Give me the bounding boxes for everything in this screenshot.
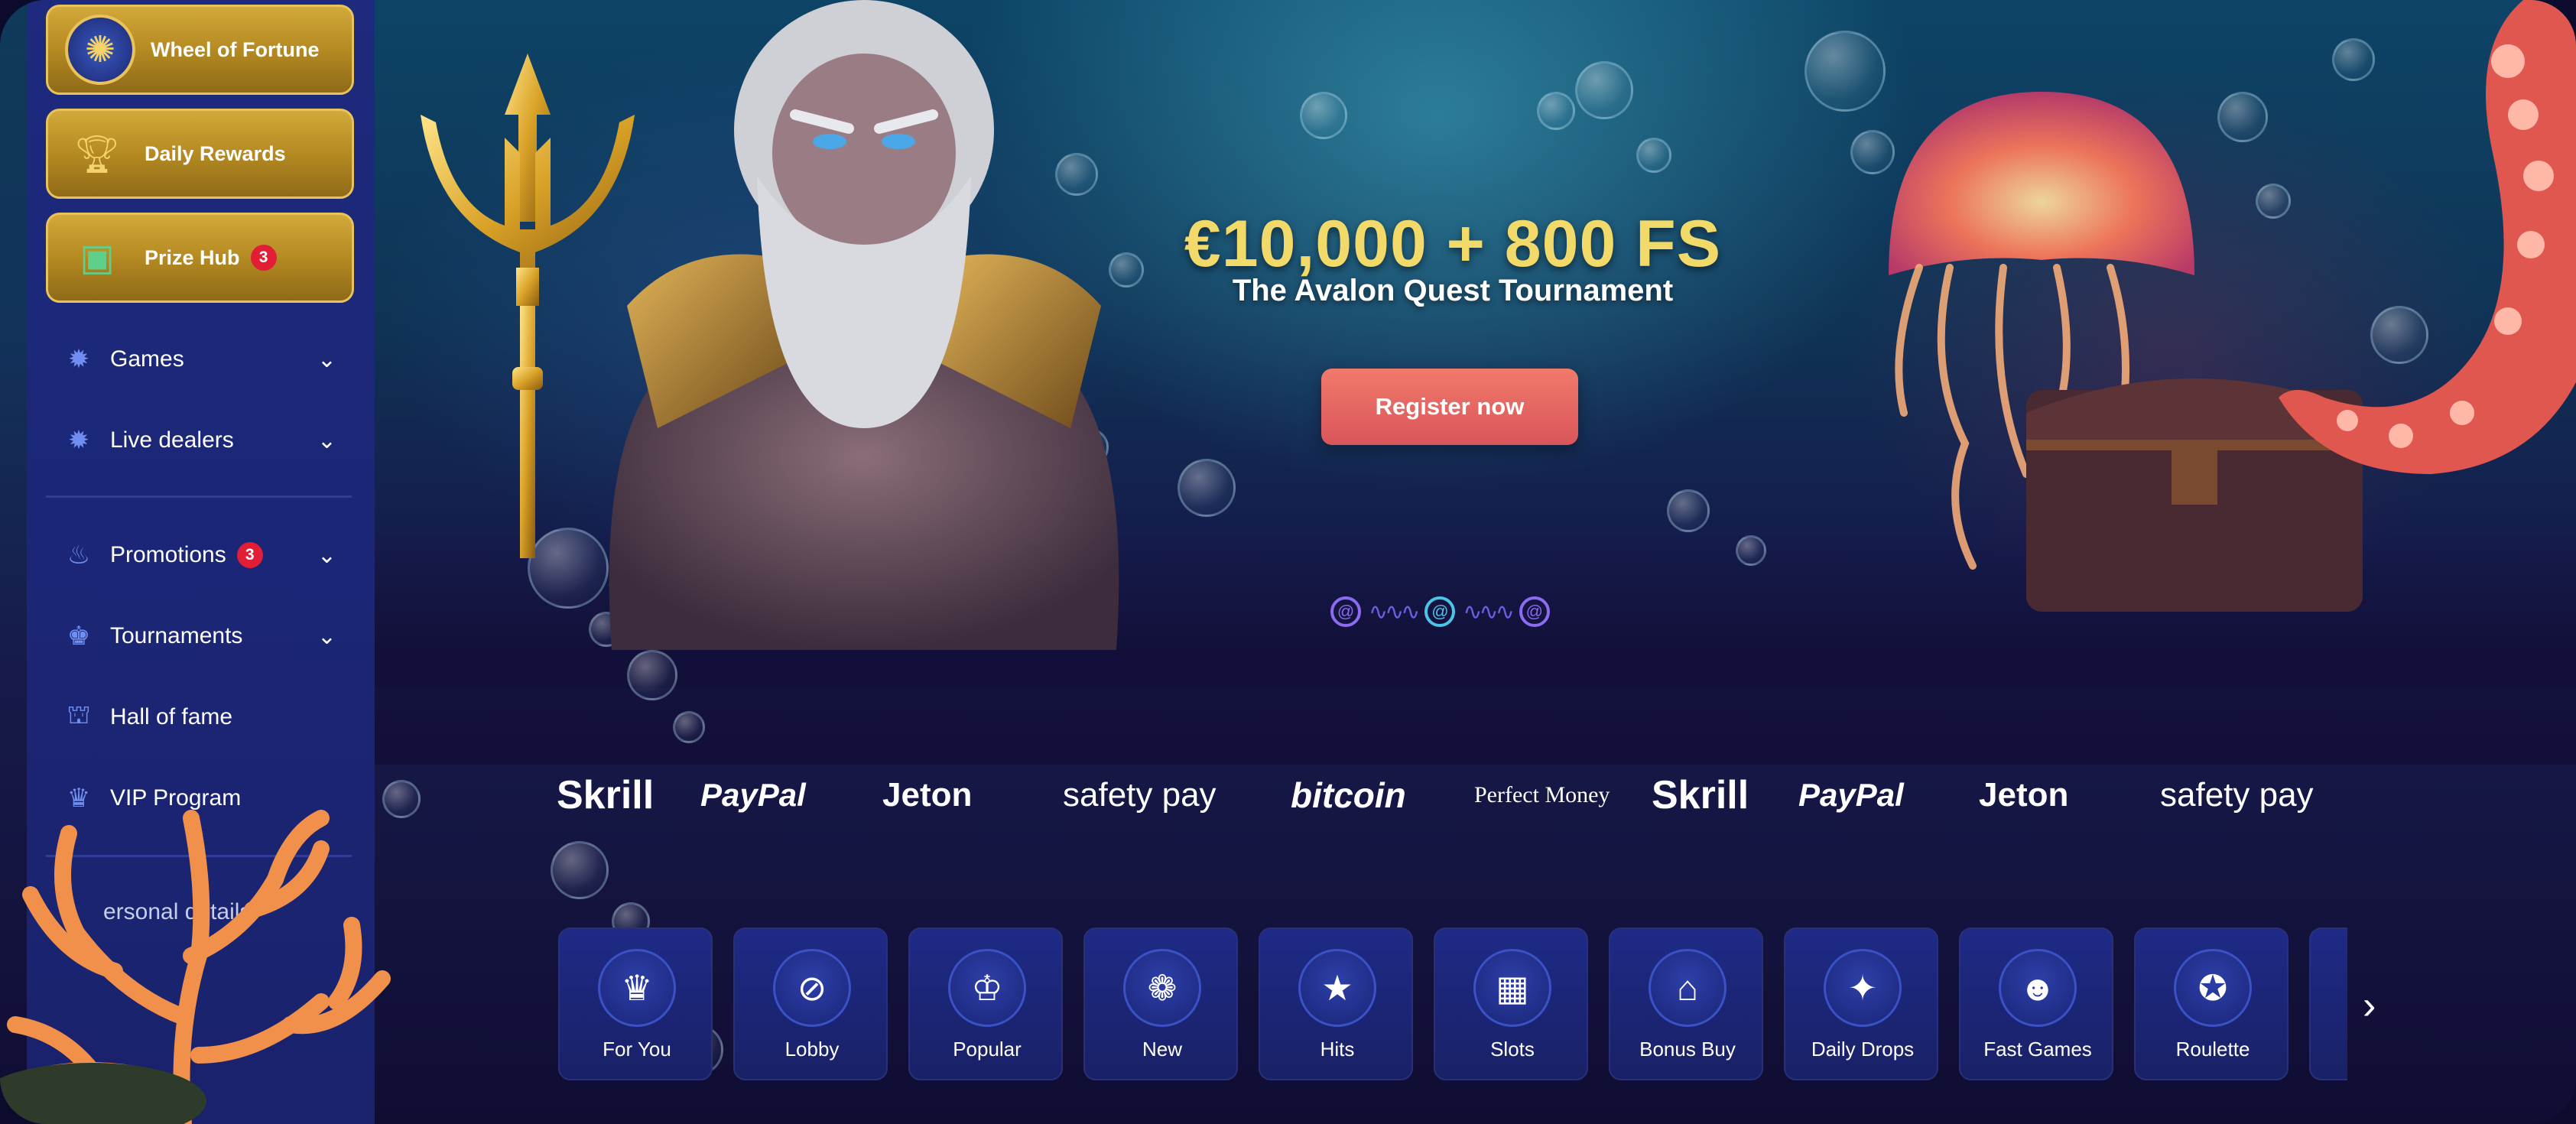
category-daily-drops[interactable]: ✦ Daily Drops — [1784, 927, 1938, 1080]
games-icon: ✹ — [67, 345, 90, 374]
promotions-icon: ♨ — [67, 541, 91, 570]
promotions-badge: 3 — [236, 542, 263, 568]
category-label: Daily Drops — [1811, 1038, 1915, 1061]
star-icon: ★ — [1298, 949, 1376, 1027]
shell-icon: ❁ — [1123, 949, 1201, 1027]
chevron-down-icon: ⌄ — [317, 542, 336, 568]
crown-icon: ♔ — [948, 949, 1026, 1027]
daily-rewards-button[interactable]: 🏆︎ Daily Rewards — [46, 109, 354, 199]
sidebar-item-live-dealers[interactable]: ✹ Live dealers ⌄ — [61, 417, 344, 463]
category-label: Lobby — [784, 1038, 840, 1061]
category-new[interactable]: ❁ New — [1083, 927, 1238, 1080]
live-dealers-icon: ✹ — [67, 426, 90, 455]
coral-illustration — [0, 810, 391, 1124]
payment-logo-paypal: PayPal — [1798, 777, 1904, 813]
sidebar-item-label: Tournaments — [110, 623, 243, 648]
chevron-down-icon: ⌄ — [317, 623, 336, 649]
wheel-icon: ✺ — [65, 15, 135, 85]
prize-hub-button[interactable]: ▣ Prize Hub 3 — [46, 213, 354, 303]
prize-hub-badge: 3 — [250, 245, 277, 271]
category-label: Popular — [953, 1038, 1022, 1061]
game-categories-row: ♛ For You ⊘ Lobby ♔ Popular ❁ New ★ Hits… — [558, 927, 2347, 1080]
category-label: Slots — [1490, 1038, 1535, 1061]
page-frame: €10,000 + 800 FS The Avalon Quest Tourna… — [0, 0, 2576, 1124]
hall-of-fame-icon: ⛫ — [67, 700, 91, 729]
chevron-down-icon: ⌄ — [317, 427, 336, 453]
poseidon-illustration — [609, 0, 1119, 650]
category-label: Hits — [1320, 1038, 1355, 1061]
category-lobby[interactable]: ⊘ Lobby — [733, 927, 888, 1080]
daily-drops-icon: ✦ — [1824, 949, 1902, 1027]
sidebar-item-promotions[interactable]: ♨ Promotions 3 ⌄ — [61, 532, 344, 578]
wave-divider-icon: ∿∿∿ — [1463, 599, 1514, 625]
payment-logo-safetypay: safety pay — [1063, 776, 1217, 814]
payment-logo-perfect-money: Perfect Money — [1474, 782, 1610, 807]
lobby-icon: ⊘ — [773, 949, 851, 1027]
sidebar-item-label: Games — [110, 346, 184, 372]
hero-title: €10,000 + 800 FS — [1184, 207, 1722, 281]
promo-label: Wheel of Fortune — [151, 37, 320, 61]
category-fast-games[interactable]: ☻ Fast Games — [1959, 927, 2113, 1080]
payment-logo-skrill: Skrill — [1652, 773, 1749, 817]
payment-logo-bitcoin: bitcoin — [1291, 775, 1406, 815]
category-for-you[interactable]: ♛ For You — [558, 927, 713, 1080]
sidebar-item-label: Promotions — [110, 542, 226, 567]
carousel-dot-1[interactable]: @ — [1330, 596, 1361, 627]
category-slots[interactable]: ▦ Slots — [1434, 927, 1588, 1080]
category-label: New — [1142, 1038, 1182, 1061]
payment-logo-jeton: Jeton — [1979, 776, 2069, 814]
category-partial[interactable] — [2309, 927, 2347, 1080]
category-bonus-buy[interactable]: ⌂ Bonus Buy — [1609, 927, 1763, 1080]
sidebar-item-games[interactable]: ✹ Games ⌄ — [61, 336, 344, 382]
promo-label: Prize Hub — [145, 245, 240, 269]
tournaments-icon: ♚ — [67, 622, 91, 651]
sidebar-item-label: Hall of fame — [110, 704, 233, 729]
category-roulette[interactable]: ✪ Roulette — [2134, 927, 2289, 1080]
roulette-icon: ✪ — [2174, 949, 2252, 1027]
payment-logo-paypal: PayPal — [700, 777, 806, 813]
fast-games-icon: ☻ — [1999, 949, 2077, 1027]
trophy-icon: 🏆︎ — [73, 134, 121, 175]
chevron-down-icon: ⌄ — [317, 346, 336, 372]
category-label: Bonus Buy — [1639, 1038, 1736, 1061]
categories-next-arrow-icon[interactable]: › — [2363, 983, 2376, 1028]
sidebar-item-tournaments[interactable]: ♚ Tournaments ⌄ — [61, 613, 344, 659]
carousel-indicators: @ ∿∿∿ @ ∿∿∿ @ — [1330, 596, 1550, 627]
octopus-tentacle-illustration — [2279, 0, 2576, 474]
category-popular[interactable]: ♔ Popular — [908, 927, 1063, 1080]
sidebar-item-hall-of-fame[interactable]: ⛫ Hall of fame — [61, 694, 344, 740]
category-label: Fast Games — [1983, 1038, 2092, 1061]
wave-divider-icon: ∿∿∿ — [1369, 599, 1420, 625]
carousel-dot-2[interactable]: @ — [1424, 596, 1456, 627]
category-label: For You — [603, 1038, 671, 1061]
bonus-buy-icon: ⌂ — [1649, 949, 1727, 1027]
for-you-icon: ♛ — [598, 949, 676, 1027]
wheel-of-fortune-button[interactable]: ✺ Wheel of Fortune — [46, 5, 354, 95]
register-now-button[interactable]: Register now — [1321, 369, 1578, 445]
promo-label: Daily Rewards — [145, 141, 286, 165]
carousel-dot-3[interactable]: @ — [1519, 596, 1550, 627]
sidebar-item-label: Live dealers — [110, 427, 234, 453]
hero-subtitle: The Avalon Quest Tournament — [1232, 274, 1674, 307]
category-label: Roulette — [2175, 1038, 2250, 1061]
treasure-chest-icon: ▣ — [80, 238, 115, 278]
payment-methods-strip: Skrill PayPal Jeton safety pay bitcoin P… — [551, 768, 2340, 822]
sidebar-divider — [46, 495, 352, 498]
category-hits[interactable]: ★ Hits — [1259, 927, 1413, 1080]
payment-logo-skrill: Skrill — [557, 773, 655, 817]
slots-icon: ▦ — [1473, 949, 1551, 1027]
payment-logo-safetypay: safety pay — [2160, 776, 2314, 814]
payment-logo-jeton: Jeton — [882, 776, 973, 814]
